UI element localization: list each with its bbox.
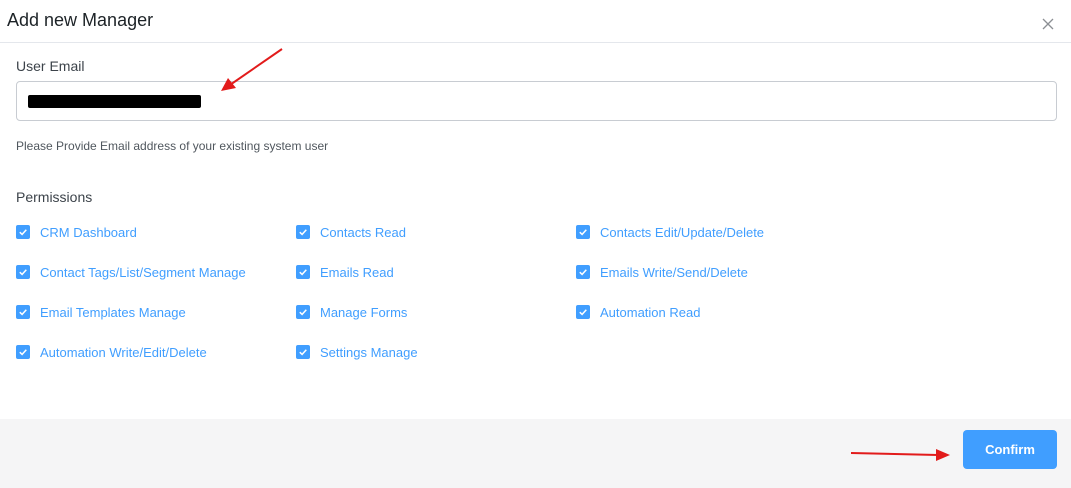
email-help-text: Please Provide Email address of your exi… [16, 139, 329, 153]
permission-label: Emails Read [320, 264, 394, 280]
permission-label: CRM Dashboard [40, 224, 137, 240]
checkbox-checked-icon[interactable] [16, 265, 30, 279]
permissions-label: Permissions [16, 189, 93, 205]
permission-label: Email Templates Manage [40, 304, 186, 320]
permission-automation-write[interactable]: Automation Write/Edit/Delete [16, 343, 207, 361]
add-manager-modal: Add new Manager User Email Please Provid… [0, 0, 1071, 488]
permission-email-templates-manage[interactable]: Email Templates Manage [16, 303, 186, 321]
permission-emails-read[interactable]: Emails Read [296, 263, 394, 281]
confirm-button[interactable]: Confirm [963, 430, 1057, 469]
permission-emails-write[interactable]: Emails Write/Send/Delete [576, 263, 748, 281]
user-email-label: User Email [16, 58, 85, 74]
permission-label: Contacts Edit/Update/Delete [600, 224, 765, 240]
checkbox-checked-icon[interactable] [16, 305, 30, 319]
checkbox-checked-icon[interactable] [296, 345, 310, 359]
checkbox-checked-icon[interactable] [16, 225, 30, 239]
permission-contacts-read[interactable]: Contacts Read [296, 223, 406, 241]
permission-label: Manage Forms [320, 304, 408, 320]
permission-label: Contact Tags/List/Segment Manage [40, 264, 246, 280]
checkbox-checked-icon[interactable] [576, 305, 590, 319]
checkbox-checked-icon[interactable] [296, 265, 310, 279]
modal-title: Add new Manager [7, 10, 154, 30]
close-icon[interactable] [1041, 17, 1055, 31]
permission-label: Settings Manage [320, 344, 418, 360]
checkbox-checked-icon[interactable] [296, 305, 310, 319]
permission-settings-manage[interactable]: Settings Manage [296, 343, 418, 361]
permission-crm-dashboard[interactable]: CRM Dashboard [16, 223, 137, 241]
checkbox-checked-icon[interactable] [16, 345, 30, 359]
modal-header: Add new Manager [0, 0, 1071, 43]
checkbox-checked-icon[interactable] [576, 265, 590, 279]
permission-manage-forms[interactable]: Manage Forms [296, 303, 407, 321]
modal-footer [0, 419, 1071, 488]
permission-contact-tags-manage[interactable]: Contact Tags/List/Segment Manage [16, 263, 246, 281]
permission-label: Automation Write/Edit/Delete [40, 344, 207, 360]
permission-automation-read[interactable]: Automation Read [576, 303, 700, 321]
permission-label: Automation Read [600, 304, 701, 320]
redacted-email-value [28, 95, 201, 108]
checkbox-checked-icon[interactable] [576, 225, 590, 239]
permission-label: Contacts Read [320, 224, 406, 240]
permission-contacts-edit[interactable]: Contacts Edit/Update/Delete [576, 223, 764, 241]
checkbox-checked-icon[interactable] [296, 225, 310, 239]
permission-label: Emails Write/Send/Delete [600, 264, 748, 280]
